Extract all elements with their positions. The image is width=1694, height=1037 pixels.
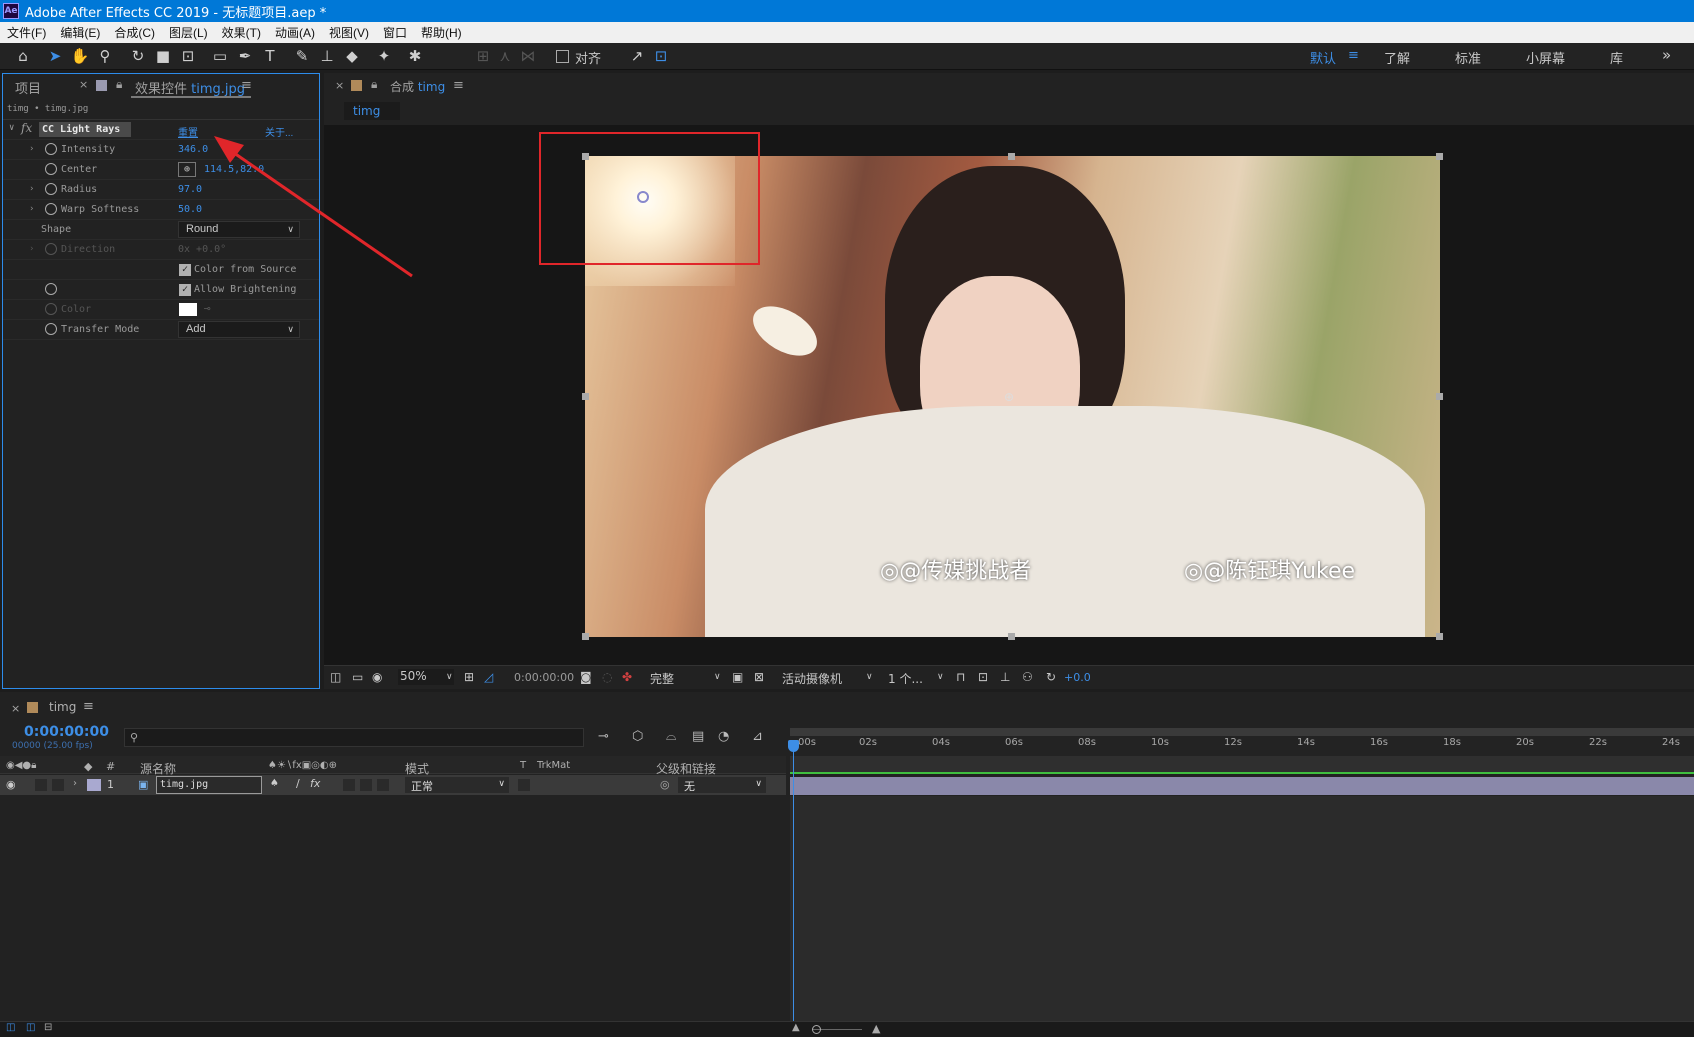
parent-value: 无 [684,780,695,793]
timeline-frame-count: 00000 (25.00 fps) [12,741,93,751]
mode-value: 正常 [411,780,433,793]
render-cache-bar [790,772,1694,774]
draft-3d-icon[interactable]: ⬡ [632,729,643,744]
chevron-down-icon: ∨ [714,672,721,682]
chevron-down-icon: ∨ [498,779,505,789]
zoom-out-icon[interactable]: ▲ [792,1022,800,1033]
3d-switch[interactable] [377,779,389,791]
search-icon: ⚲ [130,731,139,744]
region-of-interest-icon[interactable]: ▣ [732,670,743,684]
color-channel-icon[interactable]: ✤ [622,670,632,684]
time-ruler[interactable] [790,728,1694,756]
toggle-pixel-aspect-icon[interactable]: ⊓ [956,670,965,684]
always-preview-icon[interactable]: ◫ [330,670,341,684]
layer-list-empty-area [0,796,786,1021]
timeline-icon[interactable]: ⊥ [1000,670,1010,684]
eye-icon[interactable]: ◉ [6,778,16,791]
lock-toggle[interactable] [52,779,64,791]
panel-menu-icon[interactable]: ≡ [83,699,94,714]
pick-whip-icon[interactable]: ◎ [660,778,670,791]
ruler-tick: 04s [932,737,950,748]
shy-layers-icon[interactable]: ⌓ [666,729,676,744]
ruler-tick: 00s [798,737,816,748]
snapshot-camera-icon[interactable]: ◙ [580,670,592,684]
in-out-toggle-icon[interactable]: ⊟ [44,1022,52,1033]
chevron-down-icon: ∨ [446,672,453,682]
flowchart-icon[interactable]: ⚇ [1022,670,1033,684]
ruler-tick: 06s [1005,737,1023,748]
fit-region-icon[interactable]: ⊞ [464,670,474,684]
close-tab-icon[interactable]: × [11,702,20,715]
layer-name[interactable]: timg.jpg [156,776,262,794]
ruler-tick: 08s [1078,737,1096,748]
layer-label-color[interactable] [87,779,101,791]
toggle-transparency-icon[interactable]: ⊠ [754,670,764,684]
timeline-track-area [790,796,1694,1021]
ruler-tick: 10s [1151,737,1169,748]
expand-layer-icon[interactable]: › [73,778,77,789]
adjustment-switch[interactable] [360,779,372,791]
preserve-transparency-toggle[interactable] [518,779,530,791]
resolution-value[interactable]: 完整 [650,670,674,687]
work-area-bar[interactable] [790,728,1694,736]
switches-icons[interactable]: ♠☀∖fx▣◎◐⊕ [268,760,337,771]
timeline-search-input[interactable]: ⚲ [124,728,584,747]
label-tag-icon[interactable]: ◆ [84,760,92,773]
chevron-down-icon: ∨ [937,672,944,682]
image-file-icon: ▣ [138,778,149,791]
playhead-handle[interactable] [788,740,799,752]
layer-row[interactable]: ◉ › 1 ▣ timg.jpg ♠ ∕ fx 正常 ∨ ◎ 无 ∨ [0,775,786,795]
camera-view-value[interactable]: 活动摄像机 [782,670,842,687]
playhead-line[interactable] [793,740,794,1021]
layer-duration-bar[interactable] [790,777,1694,795]
parent-dropdown[interactable]: 无 ∨ [678,777,766,793]
trkmat-header: TrkMat [537,760,571,771]
ruler-tick: 16s [1370,737,1388,748]
current-time-display[interactable]: 0:00:00:00 [514,671,574,684]
motion-blur-switch[interactable] [343,779,355,791]
zoom-in-icon[interactable]: ▲ [872,1022,880,1035]
transfer-controls-toggle-icon[interactable]: ◫ [26,1022,35,1033]
av-features-icon[interactable]: ◉◀●🔒︎ [6,760,36,771]
transparency-grid-icon[interactable]: ◿ [484,670,493,684]
solo-toggle[interactable] [35,779,47,791]
layer-number: 1 [107,778,114,791]
mode-dropdown[interactable]: 正常 ∨ [405,777,509,793]
motion-blur-icon[interactable]: ◔ [718,729,729,744]
layer-switches-toggle-icon[interactable]: ◫ [6,1022,15,1033]
viewer-controls-bar: ◫ ▭ ◉ 50% ∨ ⊞ ◿ 0:00:00:00 ◙ ◌ ✤ 完整 ∨ ▣ … [324,665,1694,689]
composition-color-icon [27,702,38,713]
frame-blending-icon[interactable]: ▤ [692,729,704,744]
collapse-switch-icon[interactable]: ♠ [270,778,279,789]
ruler-tick: 02s [859,737,877,748]
ruler-tick: 18s [1443,737,1461,748]
status-bar: ◫ ◫ ⊟ ▲ ▲ [0,1021,1694,1037]
timeline-current-time[interactable]: 0:00:00:00 [24,724,109,740]
quality-switch-icon[interactable]: ∕ [296,777,300,790]
composition-mini-flowchart-icon[interactable]: ⊸ [598,729,609,744]
ruler-tick: 20s [1516,737,1534,748]
zoom-slider-handle[interactable] [812,1025,821,1034]
show-snapshot-icon[interactable]: ◌ [602,670,612,684]
timeline-tab[interactable]: timg [49,700,76,714]
graph-editor-icon[interactable]: ⊿ [752,729,763,744]
vr-icon[interactable]: ◉ [372,670,382,684]
chevron-down-icon: ∨ [755,779,762,789]
chevron-down-icon: ∨ [866,672,873,682]
monitor-icon[interactable]: ▭ [352,670,363,684]
ruler-tick: 12s [1224,737,1242,748]
layer-number-header: # [106,760,116,773]
zoom-value: 50% [400,669,427,683]
ruler-tick: 22s [1589,737,1607,748]
fx-switch-icon[interactable]: fx [310,777,320,790]
exposure-value[interactable]: +0.0 [1064,671,1091,684]
ruler-tick: 24s [1662,737,1680,748]
ruler-tick: 14s [1297,737,1315,748]
view-layout-value[interactable]: 1 个... [888,670,923,687]
t-header: T [520,760,527,771]
reset-exposure-icon[interactable]: ↻ [1046,670,1056,684]
fast-previews-icon[interactable]: ⊡ [978,670,988,684]
